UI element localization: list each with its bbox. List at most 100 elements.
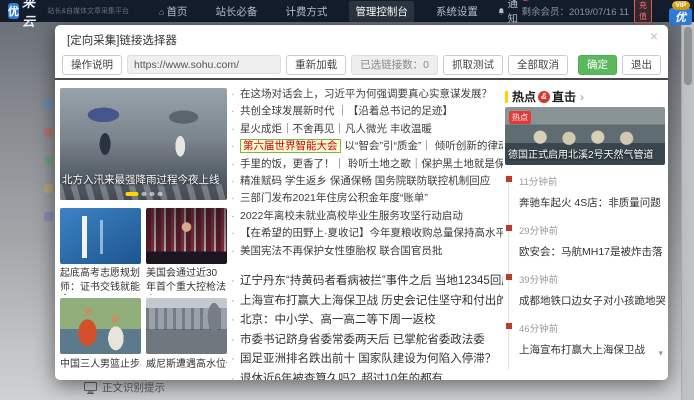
headline-link[interactable]: 2022年离校未就业高校毕业生服务攻坚行动启动: [231, 208, 503, 225]
hero-carousel[interactable]: 北方入汛来最强降雨过程今夜上线: [60, 88, 227, 200]
headline-link[interactable]: 精准赋码 学生返乡 保通保畅 国务院联防联控机制回应: [231, 173, 503, 190]
background-sidebar-icon: [44, 128, 53, 137]
selected-links-counter: 已选链接数：0: [351, 55, 438, 75]
headline-link[interactable]: 三部门发布2021年住房公积金年度“账单”: [231, 190, 503, 207]
timeline-bullet-icon: [506, 176, 512, 182]
headline-link[interactable]: 退休近6年被查算久吗？超过10年的都有: [231, 370, 503, 380]
chevron-right-icon: ›: [580, 90, 584, 104]
brand-tagline: 站长&自媒体文章采集平台: [47, 6, 129, 16]
hotspot-header[interactable]: 热点 & 直击 ›: [505, 88, 584, 105]
hotspot-title-left: 热点: [512, 88, 536, 105]
vip-logo-icon[interactable]: 优: [669, 8, 692, 25]
headline-link[interactable]: 美国宪法不再保护女性堕胎权 联合国官员批: [231, 243, 503, 260]
reload-button[interactable]: 重新加载: [286, 55, 346, 75]
dialog-title: [定向采集]链接选择器: [67, 32, 177, 48]
news-thumbnail-biden[interactable]: [146, 208, 227, 264]
thumbnail-caption[interactable]: 美国会通过近30年首个重大控枪法案: [146, 267, 227, 295]
dialog-toolbar: 操作说明 重新加载 已选链接数：0 抓取测试 全部取消 确定 退出: [55, 51, 668, 80]
nav-item-settings[interactable]: 系统设置: [430, 1, 484, 22]
carousel-dots: [125, 192, 162, 196]
carousel-dot[interactable]: [141, 192, 146, 196]
headline-text: 星火成炬｜不舍再见｜凡人微光 丰收温暖: [240, 123, 432, 135]
timeline-item[interactable]: 39分钟前 成都地铁口边女子对小孩跪地哭: [509, 272, 665, 321]
scroll-down-icon[interactable]: ▾: [658, 348, 663, 359]
exit-button[interactable]: 退出: [622, 55, 661, 75]
brand-logo-icon[interactable]: 优: [8, 3, 19, 19]
headline-link[interactable]: 在这场对话会上，习近平为何强调要真心实意谋发展？: [231, 86, 503, 103]
timeline-title[interactable]: 欧安会：马航MH17是被炸击落: [519, 244, 665, 259]
timeline-time: 11分钟前: [519, 174, 665, 188]
help-button[interactable]: 操作说明: [62, 55, 122, 75]
timeline-title[interactable]: 上海宣布打赢大上海保卫战: [519, 342, 665, 357]
nav-item-webmaster-tools[interactable]: 站长必备: [209, 1, 263, 22]
headline-link[interactable]: 市委书记跻身省委常委两天后 已掌舵省委政法委: [231, 331, 503, 351]
timeline-item[interactable]: 29分钟前 欧安会：马航MH17是被炸击落: [509, 223, 665, 272]
page-scrollbar-thumb[interactable]: [684, 27, 692, 85]
timeline-bullet-icon: [506, 323, 512, 329]
timeline-item[interactable]: 11分钟前 奔驰车起火 4S店：非质量问题: [509, 174, 665, 223]
photo-column: 北方入汛来最强降雨过程今夜上线 起底高考志愿规划师：证书交钱就能拿 美国会通过近…: [60, 80, 227, 380]
bell-icon: [498, 6, 505, 17]
timeline-bullet-icon: [506, 225, 512, 231]
headline-link[interactable]: 国足亚洲排名跌出前十 国家队建设为何陷入停滞？: [231, 350, 503, 370]
timeline-item[interactable]: 46分钟前 上海宣布打赢大上海保卫战: [509, 321, 665, 370]
nav-item-console[interactable]: 管理控制台: [349, 1, 414, 22]
link-selector-dialog: [定向采集]链接选择器 × 操作说明 重新加载 已选链接数：0 抓取测试 全部取…: [55, 25, 668, 380]
headline-link[interactable]: 北京：中小学、高一高二等下周一返校: [231, 311, 503, 331]
headline-text: 手里的饭，更香了！｜ 聆听土地之歌｜保护黑土地就是保护每个…: [240, 158, 503, 170]
background-sidebar-icon: [44, 184, 53, 193]
headline-text: 以“智会”引“质金”｜ 倾听创新的律动: [345, 140, 504, 152]
background-sidebar-icon: [44, 156, 53, 165]
headline-text: 精准赋码 学生返乡 保通保畅 国务院联防联控机制回应: [240, 175, 490, 187]
news-thumbnail-venice[interactable]: [146, 298, 227, 354]
confirm-button[interactable]: 确定: [578, 55, 617, 75]
headline-text: 2022年离校未就业高校毕业生服务攻坚行动启动: [240, 210, 463, 222]
timeline-time: 39分钟前: [519, 272, 665, 286]
headline-list-bottom: 辽宁丹东“持黄码者看病被拦”事件之后 当地12345回应 上海宣布打赢大上海保卫…: [231, 272, 503, 380]
thumbnail-caption[interactable]: 中国三人男篮止步小组赛: [60, 358, 141, 372]
nav-item-pricing[interactable]: 计费方式: [279, 1, 333, 22]
carousel-dot[interactable]: [125, 192, 138, 196]
selected-link-highlight[interactable]: 第六届世界智能大会: [240, 139, 341, 153]
timeline-time: 46分钟前: [519, 321, 665, 335]
headline-link[interactable]: 共创全球发展新时代 ｜【沿着总书记的足迹】: [231, 103, 503, 120]
brand-name[interactable]: 采云: [22, 0, 40, 30]
thumbnail-caption[interactable]: 威尼斯遭遇高水位侵袭 圣: [146, 358, 227, 372]
recharge-button[interactable]: 充值: [634, 0, 652, 23]
headline-text: 【在希望的田野上·夏收记】今年夏粮收购总量保持高水平: [240, 227, 503, 239]
news-thumbnail-basketball[interactable]: [60, 298, 141, 354]
scrape-test-button[interactable]: 抓取测试: [443, 55, 503, 75]
vip-corner: VIP 优: [664, 1, 692, 27]
hero-caption[interactable]: 北方入汛来最强降雨过程今夜上线: [62, 172, 225, 187]
hotspot-title-right: 直击: [552, 88, 576, 105]
cancel-all-button[interactable]: 全部取消: [508, 55, 568, 75]
thumbnail-caption[interactable]: 起底高考志愿规划师：证书交钱就能拿: [60, 267, 141, 295]
hotspot-image-caption[interactable]: 德国正式启用北溪2号天然气管道: [508, 146, 662, 161]
close-icon[interactable]: ×: [650, 28, 658, 44]
url-input[interactable]: [127, 55, 281, 74]
headline-text: 美国宪法不再保护女性堕胎权 联合国官员批: [240, 245, 442, 257]
timeline-time: 29分钟前: [519, 223, 665, 237]
page-scrollbar[interactable]: [681, 22, 694, 400]
carousel-dot[interactable]: [149, 192, 154, 196]
headline-link[interactable]: 第六届世界智能大会以“智会”引“质金”｜ 倾听创新的律动: [231, 138, 503, 155]
yellow-accent-bar: [505, 91, 508, 103]
headline-column: 在这场对话会上，习近平为何强调要真心实意谋发展？ 共创全球发展新时代 ｜【沿着总…: [231, 80, 503, 380]
carousel-dot[interactable]: [157, 192, 162, 196]
timeline-bullet-icon: [506, 274, 512, 280]
timeline-title[interactable]: 成都地铁口边女子对小孩跪地哭: [519, 293, 665, 308]
headline-link[interactable]: 【在希望的田野上·夏收记】今年夏粮收购总量保持高水平: [231, 225, 503, 242]
headline-link[interactable]: 上海宣布打赢大上海保卫战 历史会记住坚守和付出的所有人: [231, 292, 503, 312]
notification-button[interactable]: 通知 1: [498, 0, 522, 26]
headline-list-top: 在这场对话会上，习近平为何强调要真心实意谋发展？ 共创全球发展新时代 ｜【沿着总…: [231, 86, 503, 260]
membership-expiry: 剩余会员：2019/07/16 11: [521, 4, 629, 18]
headline-link[interactable]: 辽宁丹东“持黄码者看病被拦”事件之后 当地12345回应: [231, 272, 503, 292]
background-sidebar-icon: [44, 212, 53, 221]
nav-item-home[interactable]: ⌂首页: [153, 1, 193, 22]
headline-link[interactable]: 手里的饭，更香了！｜ 聆听土地之歌｜保护黑土地就是保护每个…: [231, 156, 503, 173]
timeline-title[interactable]: 奔驰车起火 4S店：非质量问题: [519, 195, 665, 210]
account-area: 剩余会员：2019/07/16 11 充值: [521, 0, 652, 23]
news-thumbnail-sign[interactable]: [60, 208, 141, 264]
hotspot-image[interactable]: 热点 德国正式启用北溪2号天然气管道: [505, 107, 665, 165]
headline-link[interactable]: 星火成炬｜不舍再见｜凡人微光 丰收温暖: [231, 121, 503, 138]
